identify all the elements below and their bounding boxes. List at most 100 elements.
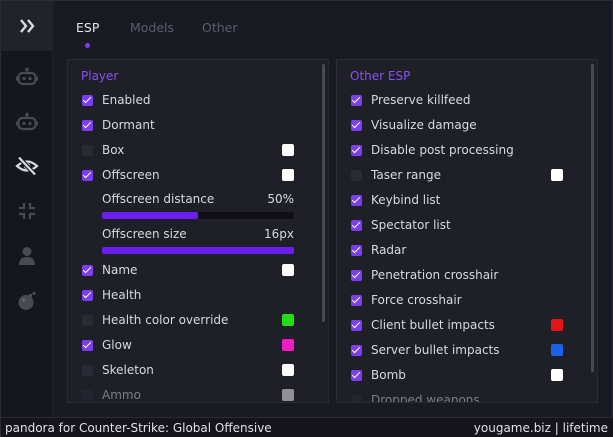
- sidebar-item-legitbot[interactable]: [1, 100, 53, 144]
- color-swatch[interactable]: [282, 339, 294, 351]
- slider-value: 50%: [267, 192, 294, 206]
- checkbox[interactable]: [351, 395, 362, 402]
- toggle-dropped-weapons[interactable]: Dropped weapons: [351, 391, 569, 403]
- sidebar-toggle-button[interactable]: [1, 1, 53, 51]
- bomb-icon: [18, 291, 36, 310]
- toggle-preserve-killfeed[interactable]: Preserve killfeed: [351, 91, 569, 111]
- checkbox[interactable]: [82, 170, 93, 181]
- toggle-label: Bomb: [371, 368, 406, 382]
- toggle-bomb[interactable]: Bomb: [351, 366, 569, 386]
- tab-models[interactable]: Models: [130, 20, 174, 35]
- color-swatch[interactable]: [282, 364, 294, 376]
- player-panel: Player Enabled Dormant Box Offscreen Off…: [67, 59, 329, 403]
- toggle-force-crosshair[interactable]: Force crosshair: [351, 291, 569, 311]
- slider-value: 16px: [264, 227, 294, 241]
- tab-other[interactable]: Other: [202, 20, 238, 35]
- checkbox[interactable]: [351, 220, 362, 231]
- sidebar-item-players[interactable]: [1, 234, 53, 278]
- user-icon: [19, 247, 35, 265]
- panel-title: Player: [81, 69, 119, 83]
- toggle-skeleton[interactable]: Skeleton: [82, 361, 300, 381]
- toggle-label: Penetration crosshair: [371, 268, 499, 282]
- checkbox[interactable]: [82, 365, 93, 376]
- color-swatch[interactable]: [551, 369, 563, 381]
- toggle-ammo[interactable]: Ammo: [82, 386, 300, 402]
- toggle-disable-post-processing[interactable]: Disable post processing: [351, 141, 569, 161]
- checkbox[interactable]: [82, 145, 93, 156]
- toggle-label: Server bullet impacts: [371, 343, 500, 357]
- scrollbar[interactable]: [322, 64, 325, 322]
- slider-track[interactable]: [102, 247, 294, 254]
- checkbox[interactable]: [82, 95, 93, 106]
- tab-bar: ESP Models Other: [53, 1, 612, 51]
- color-swatch[interactable]: [282, 169, 294, 181]
- license-info: yougame.biz | lifetime: [473, 421, 608, 435]
- toggle-label: Force crosshair: [371, 293, 462, 307]
- checkbox[interactable]: [82, 290, 93, 301]
- sidebar-item-misc[interactable]: [1, 189, 53, 233]
- checkbox[interactable]: [351, 170, 362, 181]
- checkbox[interactable]: [351, 95, 362, 106]
- checkbox[interactable]: [351, 195, 362, 206]
- offscreen-distance-slider[interactable]: Offscreen distance 50%: [102, 192, 294, 228]
- checkbox[interactable]: [351, 370, 362, 381]
- checkbox[interactable]: [351, 120, 362, 131]
- toggle-visualize-damage[interactable]: Visualize damage: [351, 116, 569, 136]
- toggle-enabled[interactable]: Enabled: [82, 91, 300, 111]
- toggle-spectator-list[interactable]: Spectator list: [351, 216, 569, 236]
- color-swatch[interactable]: [282, 389, 294, 401]
- checkbox[interactable]: [82, 315, 93, 326]
- tab-esp[interactable]: ESP: [76, 20, 99, 35]
- toggle-label: Name: [102, 263, 138, 277]
- checkbox[interactable]: [82, 120, 93, 131]
- toggle-health[interactable]: Health: [82, 286, 300, 306]
- slider-track[interactable]: [102, 212, 294, 219]
- toggle-health-color-override[interactable]: Health color override: [82, 311, 300, 331]
- color-swatch[interactable]: [282, 264, 294, 276]
- toggle-penetration-crosshair[interactable]: Penetration crosshair: [351, 266, 569, 286]
- toggle-glow[interactable]: Glow: [82, 336, 300, 356]
- color-swatch[interactable]: [282, 144, 294, 156]
- toggle-box[interactable]: Box: [82, 141, 300, 161]
- sidebar-item-visuals[interactable]: [1, 144, 53, 188]
- color-swatch[interactable]: [551, 319, 563, 331]
- double-chevron-right-icon: [20, 19, 35, 33]
- checkbox[interactable]: [82, 265, 93, 276]
- toggle-offscreen[interactable]: Offscreen: [82, 166, 300, 186]
- toggle-label: Offscreen: [102, 168, 160, 182]
- offscreen-size-slider[interactable]: Offscreen size 16px: [102, 227, 294, 263]
- checkbox[interactable]: [351, 145, 362, 156]
- checkbox[interactable]: [351, 345, 362, 356]
- toggle-taser-range[interactable]: Taser range: [351, 166, 569, 186]
- active-tab-indicator: [85, 43, 90, 48]
- toggle-server-bullet-impacts[interactable]: Server bullet impacts: [351, 341, 569, 361]
- toggle-label: Radar: [371, 243, 407, 257]
- checkbox[interactable]: [351, 245, 362, 256]
- toggle-keybind-list[interactable]: Keybind list: [351, 191, 569, 211]
- checkbox[interactable]: [82, 390, 93, 401]
- sidebar-item-ragebot[interactable]: [1, 55, 53, 99]
- checkbox[interactable]: [351, 270, 362, 281]
- toggle-label: Visualize damage: [371, 118, 477, 132]
- toggle-label: Glow: [102, 338, 132, 352]
- checkbox[interactable]: [351, 295, 362, 306]
- robot-icon: [16, 67, 38, 86]
- sidebar-item-grenades[interactable]: [1, 279, 53, 323]
- toggle-label: Keybind list: [371, 193, 441, 207]
- color-swatch[interactable]: [551, 344, 563, 356]
- cheat-menu-window: ESP Models Other Player Enabled Dormant …: [0, 0, 613, 437]
- toggle-label: Preserve killfeed: [371, 93, 471, 107]
- checkbox[interactable]: [351, 320, 362, 331]
- toggle-label: Dropped weapons: [371, 393, 480, 403]
- checkbox[interactable]: [82, 340, 93, 351]
- slider-fill: [102, 212, 198, 219]
- toggle-name[interactable]: Name: [82, 261, 300, 281]
- color-swatch[interactable]: [551, 169, 563, 181]
- scrollbar[interactable]: [591, 64, 594, 372]
- toggle-label: Spectator list: [371, 218, 451, 232]
- toggle-radar[interactable]: Radar: [351, 241, 569, 261]
- toggle-dormant[interactable]: Dormant: [82, 116, 300, 136]
- toggle-label: Box: [102, 143, 125, 157]
- toggle-client-bullet-impacts[interactable]: Client bullet impacts: [351, 316, 569, 336]
- color-swatch[interactable]: [282, 314, 294, 326]
